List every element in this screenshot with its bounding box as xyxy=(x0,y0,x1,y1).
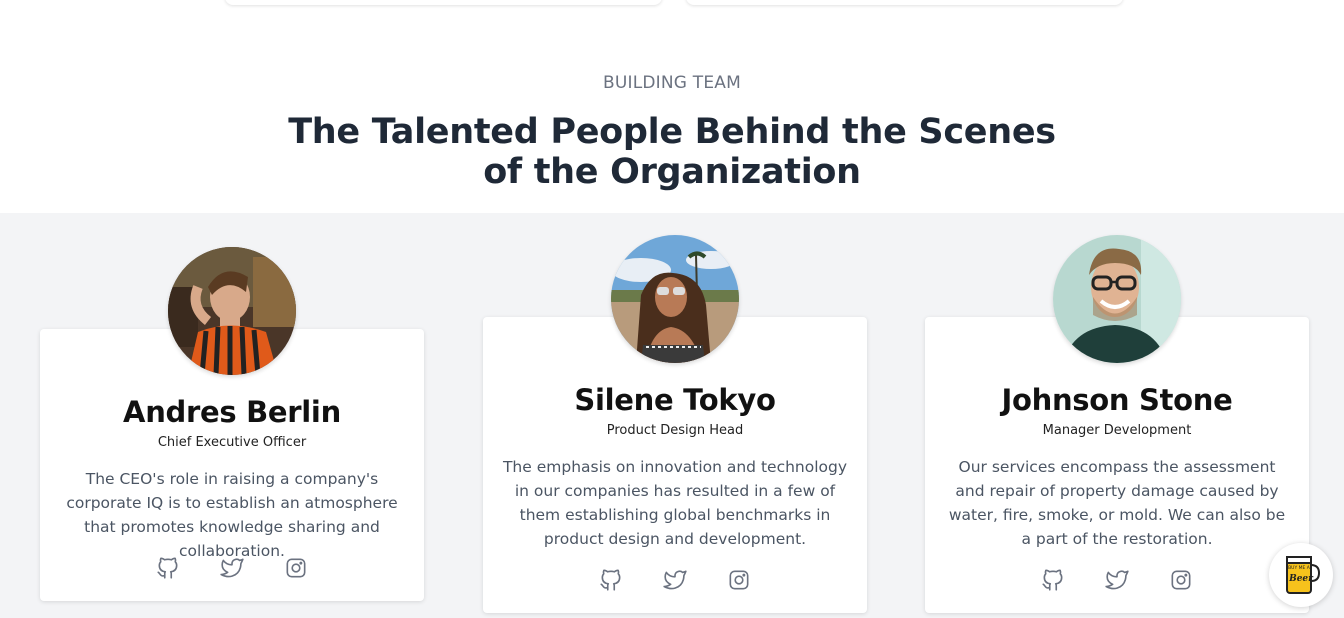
social-links xyxy=(40,555,424,581)
avatar xyxy=(1053,235,1181,363)
twitter-icon xyxy=(1105,570,1129,590)
avatar-photo-andres xyxy=(168,247,296,375)
team-section: Andres Berlin Chief Executive Officer Th… xyxy=(0,213,1344,618)
github-icon xyxy=(157,557,178,579)
buy-me-a-beer-icon: BUY ME A Beer xyxy=(1286,556,1321,594)
instagram-link[interactable] xyxy=(1168,567,1194,593)
member-bio: The emphasis on innovation and technolog… xyxy=(502,458,848,548)
avatar xyxy=(168,247,296,375)
github-icon xyxy=(1042,569,1063,591)
twitter-link[interactable] xyxy=(219,555,245,581)
member-name: Andres Berlin xyxy=(123,395,341,429)
twitter-link[interactable] xyxy=(662,567,688,593)
member-role: Manager Development xyxy=(1042,423,1192,438)
twitter-icon xyxy=(663,570,687,590)
github-icon xyxy=(600,569,621,591)
member-role: Product Design Head xyxy=(606,423,744,438)
section-title: The Talented People Behind the Scenes of… xyxy=(0,112,1344,192)
instagram-link[interactable] xyxy=(283,555,309,581)
member-name: Silene Tokyo xyxy=(574,383,776,417)
instagram-icon xyxy=(286,558,306,578)
instagram-icon xyxy=(729,570,749,590)
buy-me-a-beer-button[interactable]: BUY ME A Beer xyxy=(1269,543,1333,607)
social-links xyxy=(925,567,1309,593)
badge-text-top: BUY ME A xyxy=(1288,565,1311,571)
section-title-line-2: of the Organization xyxy=(483,152,861,192)
twitter-icon xyxy=(220,558,244,578)
instagram-icon xyxy=(1171,570,1191,590)
section-eyebrow: BUILDING TEAM xyxy=(602,73,741,93)
member-bio: The CEO's role in raising a company's co… xyxy=(66,470,398,560)
avatar-photo-silene xyxy=(611,235,739,363)
team-card-andres-berlin: Andres Berlin Chief Executive Officer Th… xyxy=(40,247,424,601)
member-name: Johnson Stone xyxy=(1001,383,1233,417)
team-card-johnson-stone: Johnson Stone Manager Development Our se… xyxy=(925,235,1309,613)
github-link[interactable] xyxy=(155,555,181,581)
social-links xyxy=(483,567,867,593)
member-role: Chief Executive Officer xyxy=(157,435,307,450)
github-link[interactable] xyxy=(1040,567,1066,593)
avatar xyxy=(611,235,739,363)
badge-text-bottom: Beer xyxy=(1288,574,1314,584)
team-card-silene-tokyo: Silene Tokyo Product Design Head The emp… xyxy=(483,235,867,613)
github-link[interactable] xyxy=(598,567,624,593)
avatar-photo-johnson xyxy=(1053,235,1181,363)
section-title-line-1: The Talented People Behind the Scenes xyxy=(288,112,1056,152)
instagram-link[interactable] xyxy=(726,567,752,593)
member-bio: Our services encompass the assessment an… xyxy=(948,458,1286,548)
team-section-header: BUILDING TEAM The Talented People Behind… xyxy=(0,0,1344,213)
twitter-link[interactable] xyxy=(1104,567,1130,593)
